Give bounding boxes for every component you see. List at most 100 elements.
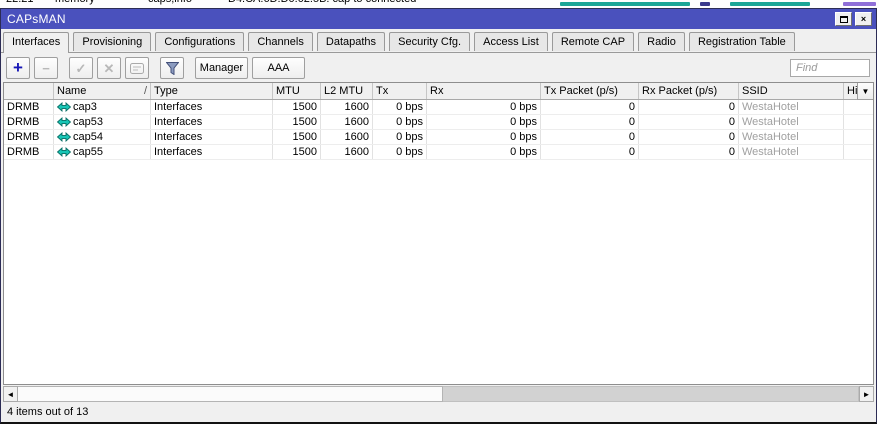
log-highlight-teal2: [730, 2, 810, 6]
tab-registration-table[interactable]: Registration Table: [688, 32, 795, 51]
window-title: CAPsMAN: [7, 12, 66, 26]
tab-datapaths[interactable]: Datapaths: [316, 32, 386, 51]
maximize-button[interactable]: [835, 12, 852, 26]
row-rx: 0 bps: [427, 115, 541, 129]
toolbar: + − ✓ ✕ Manager AAA: [1, 53, 876, 82]
manager-button[interactable]: Manager: [195, 57, 248, 79]
wireless-interface-icon: [57, 102, 71, 112]
tab-configurations[interactable]: Configurations: [155, 32, 245, 51]
tab-bar: Interfaces Provisioning Configurations C…: [1, 29, 876, 53]
log-highlight-navy: [700, 2, 710, 6]
find-input[interactable]: [790, 59, 870, 77]
item-count-text: 4 items out of 13: [7, 406, 89, 418]
row-l2mtu: 1600: [321, 130, 373, 144]
log-highlight-teal: [560, 2, 690, 6]
col-type[interactable]: Type: [151, 83, 273, 99]
tab-provisioning[interactable]: Provisioning: [73, 32, 152, 51]
check-icon: ✓: [75, 60, 87, 76]
row-ssid: WestaHotel: [739, 130, 844, 144]
chevron-down-icon: ▼: [861, 86, 870, 96]
add-button[interactable]: +: [6, 57, 30, 79]
row-hide-ssid: [844, 100, 858, 114]
tab-channels[interactable]: Channels: [248, 32, 313, 51]
wireless-interface-icon: [57, 147, 71, 157]
remove-button[interactable]: −: [34, 57, 58, 79]
row-type: Interfaces: [151, 100, 273, 114]
row-tx-packet: 0: [541, 130, 639, 144]
row-name: cap3: [54, 100, 151, 114]
maximize-icon: [839, 15, 848, 23]
tab-access-list[interactable]: Access List: [474, 32, 548, 51]
row-tx-packet: 0: [541, 115, 639, 129]
row-hide-ssid: [844, 130, 858, 144]
tab-security-cfg[interactable]: Security Cfg.: [389, 32, 471, 51]
row-l2mtu: 1600: [321, 115, 373, 129]
row-type: Interfaces: [151, 115, 273, 129]
row-mtu: 1500: [273, 130, 321, 144]
row-type: Interfaces: [151, 130, 273, 144]
row-tx-packet: 0: [541, 100, 639, 114]
sort-ascending-icon: /: [143, 85, 147, 97]
col-ssid[interactable]: SSID: [739, 83, 844, 99]
col-rx[interactable]: Rx: [427, 83, 541, 99]
log-message: D4:CA:6D:D0:02:5B: cap to connected: [228, 0, 416, 5]
interfaces-table: Name / Type MTU L2 MTU Tx Rx Tx Packet (p…: [3, 82, 874, 385]
row-ssid: WestaHotel: [739, 145, 844, 159]
tab-interfaces[interactable]: Interfaces: [3, 32, 70, 53]
col-mtu[interactable]: MTU: [273, 83, 321, 99]
col-name[interactable]: Name /: [54, 83, 151, 99]
aaa-button[interactable]: AAA: [252, 57, 305, 79]
table-row[interactable]: DRMB cap55 Interfaces 1500 1600 0 bps 0 …: [4, 145, 873, 160]
close-button[interactable]: ×: [855, 12, 872, 26]
col-l2mtu[interactable]: L2 MTU: [321, 83, 373, 99]
scrollbar-track[interactable]: [443, 386, 859, 402]
table-row[interactable]: DRMB cap54 Interfaces 1500 1600 0 bps 0 …: [4, 130, 873, 145]
scroll-right-button[interactable]: ►: [859, 386, 874, 402]
scroll-left-button[interactable]: ◄: [3, 386, 18, 402]
tab-radio[interactable]: Radio: [638, 32, 685, 51]
table-row[interactable]: DRMB cap53 Interfaces 1500 1600 0 bps 0 …: [4, 115, 873, 130]
filter-button[interactable]: [160, 57, 184, 79]
horizontal-scrollbar[interactable]: ◄ ►: [3, 386, 874, 402]
close-icon: ×: [860, 14, 867, 24]
capsman-window: CAPsMAN × Interfaces Provisioning Config…: [0, 8, 877, 424]
tab-remote-cap[interactable]: Remote CAP: [551, 32, 635, 51]
row-name: cap53: [54, 115, 151, 129]
row-name: cap55: [54, 145, 151, 159]
log-time: 22:21: [6, 0, 34, 5]
filter-funnel-icon: [165, 61, 179, 75]
col-hide-ssid[interactable]: Hid: [844, 83, 858, 99]
row-name: cap54: [54, 130, 151, 144]
titlebar[interactable]: CAPsMAN ×: [1, 9, 876, 29]
column-select-button[interactable]: ▼: [857, 83, 873, 100]
row-flags: DRMB: [4, 100, 54, 114]
table-header-row: Name / Type MTU L2 MTU Tx Rx Tx Packet (p…: [4, 83, 873, 100]
row-tx-packet: 0: [541, 145, 639, 159]
log-topic2: caps,info: [148, 0, 192, 5]
row-tx: 0 bps: [373, 145, 427, 159]
comment-button[interactable]: [125, 57, 149, 79]
row-type: Interfaces: [151, 145, 273, 159]
row-rx: 0 bps: [427, 130, 541, 144]
row-flags: DRMB: [4, 115, 54, 129]
scrollbar-thumb[interactable]: [18, 386, 443, 402]
wireless-interface-icon: [57, 132, 71, 142]
col-tx-packet[interactable]: Tx Packet (p/s): [541, 83, 639, 99]
table-row[interactable]: DRMB cap3 Interfaces 1500 1600 0 bps 0 b…: [4, 100, 873, 115]
enable-button[interactable]: ✓: [69, 57, 93, 79]
row-rx-packet: 0: [639, 130, 739, 144]
col-rx-packet[interactable]: Rx Packet (p/s): [639, 83, 739, 99]
row-rx: 0 bps: [427, 100, 541, 114]
row-flags: DRMB: [4, 130, 54, 144]
col-flags[interactable]: [4, 83, 54, 99]
row-tx: 0 bps: [373, 130, 427, 144]
status-bar: 4 items out of 13: [1, 402, 876, 422]
disable-button[interactable]: ✕: [97, 57, 121, 79]
row-hide-ssid: [844, 145, 858, 159]
log-highlight-purple: [843, 2, 876, 6]
col-tx[interactable]: Tx: [373, 83, 427, 99]
row-mtu: 1500: [273, 115, 321, 129]
comment-icon: [130, 62, 144, 74]
row-flags: DRMB: [4, 145, 54, 159]
row-ssid: WestaHotel: [739, 100, 844, 114]
